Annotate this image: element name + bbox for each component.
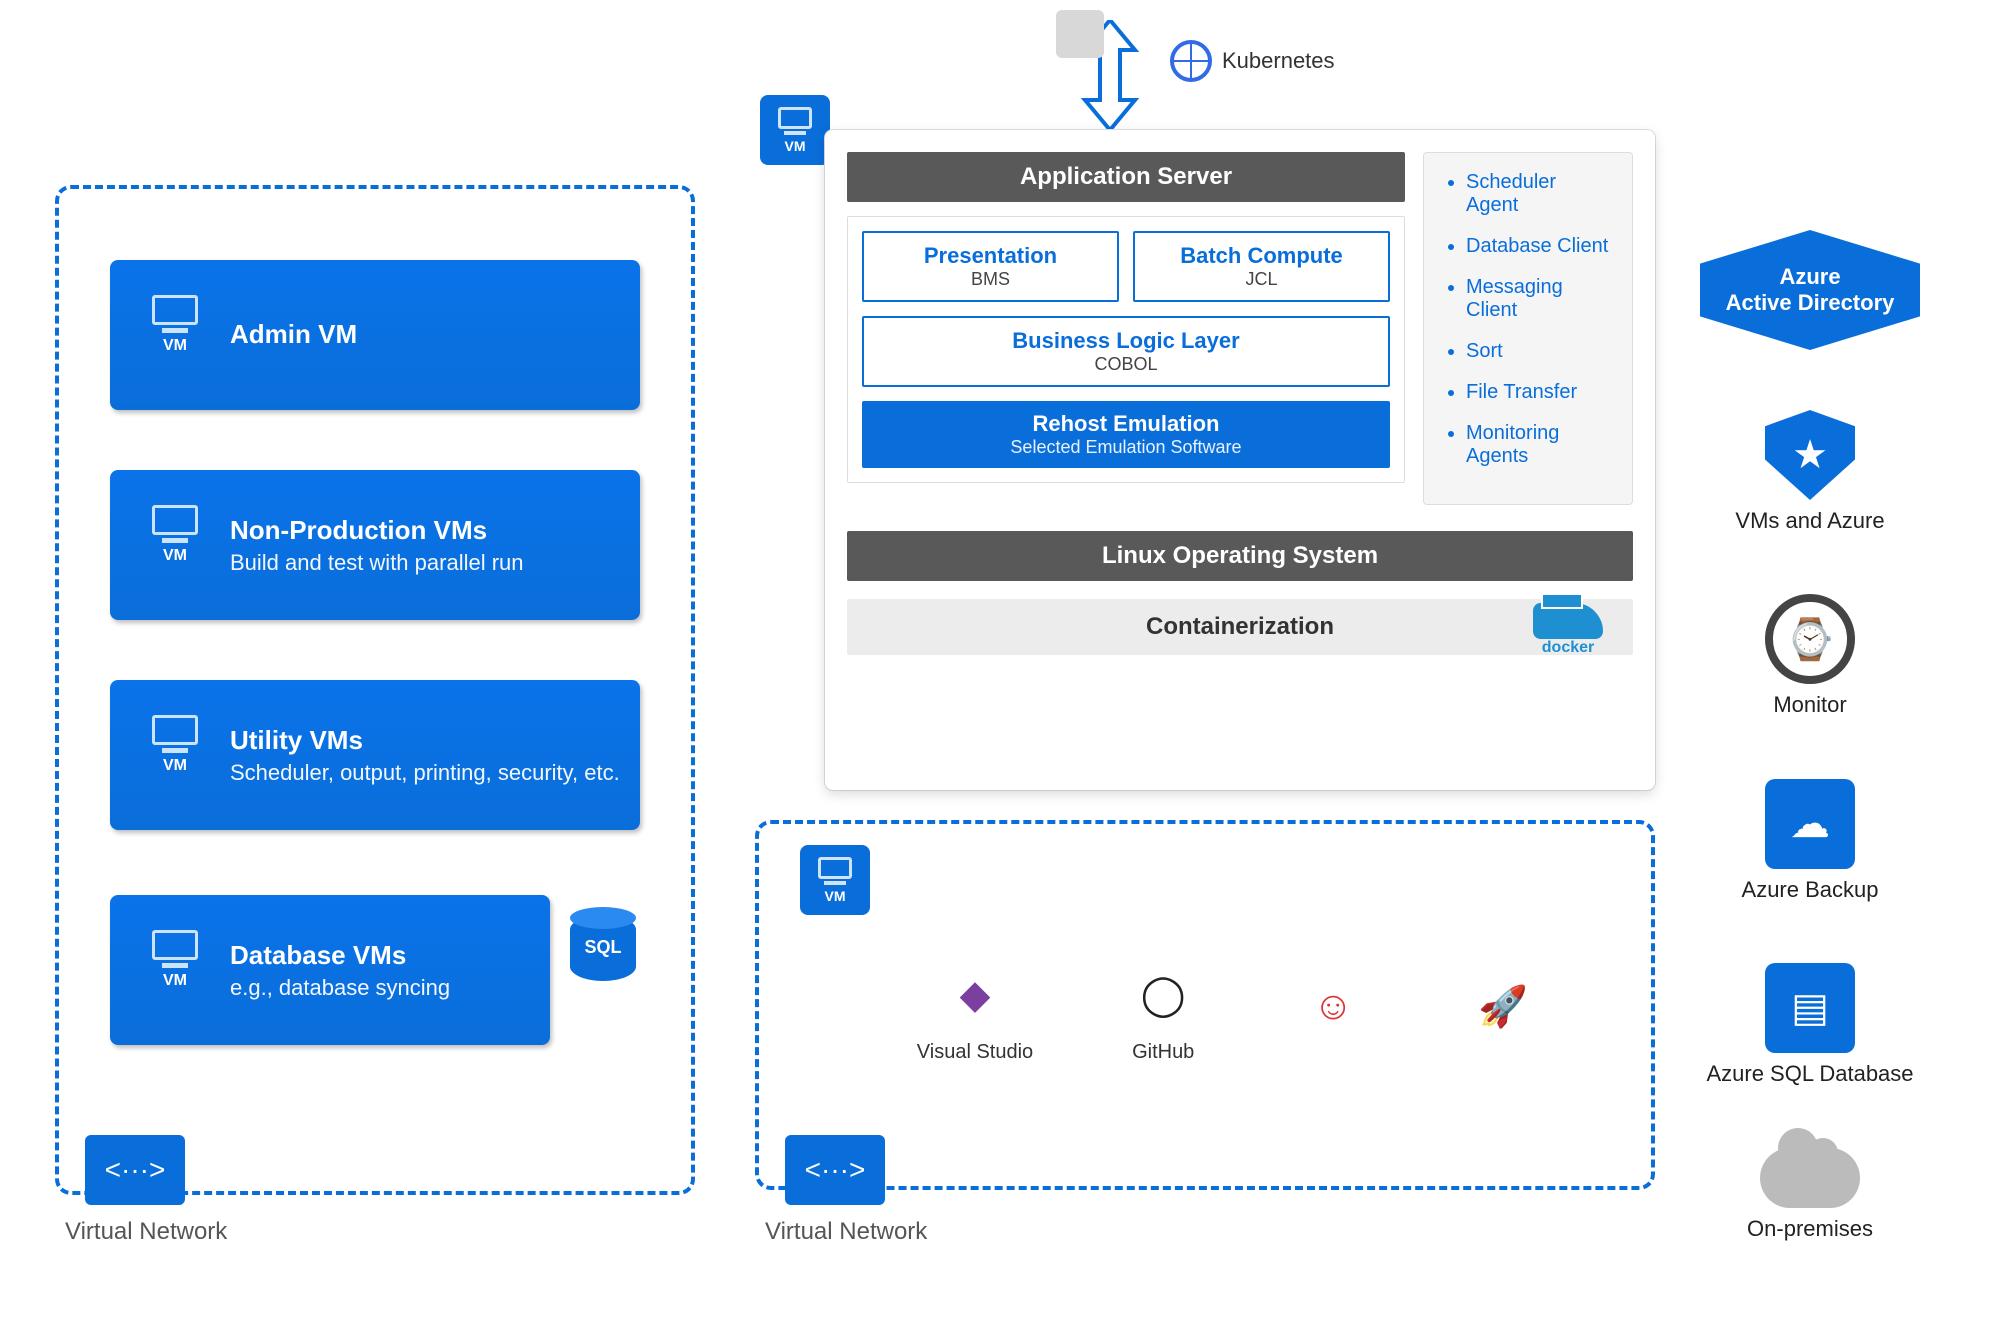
app-server-header: Application Server xyxy=(847,152,1405,202)
vm-database-sub: e.g., database syncing xyxy=(230,973,450,1003)
shield-icon: ★ xyxy=(1765,410,1855,500)
jenkins-icon: ☺ xyxy=(1293,967,1373,1053)
kubernetes-icon xyxy=(1170,40,1212,82)
visual-studio-icon: ◆ Visual Studio xyxy=(917,955,1033,1064)
side-list-item: Messaging Client xyxy=(1466,276,1612,322)
azure-monitor-item: ⌚ Monitor xyxy=(1765,594,1855,718)
side-list-item: Sort xyxy=(1466,340,1612,363)
dev-tools-row: ◆ Visual Studio ◯ GitHub ☺ 🚀 xyxy=(870,955,1590,1064)
docker-icon: docker xyxy=(1533,603,1603,657)
vm-utility-sub: Scheduler, output, printing, security, e… xyxy=(230,758,620,788)
side-list-item: Scheduler Agent xyxy=(1466,171,1612,217)
vm-utility-title: Utility VMs xyxy=(230,723,620,758)
application-server-card: Application Server Presentation BMS Batc… xyxy=(825,130,1655,790)
azure-services-column: Azure Active Directory ★ VMs and Azure ⌚… xyxy=(1680,230,1940,1242)
side-list-item: Database Client xyxy=(1466,235,1612,258)
vm-icon: VM xyxy=(135,285,215,365)
pipelines-icon: 🚀 xyxy=(1463,967,1543,1053)
batch-compute-box: Batch Compute JCL xyxy=(1133,231,1390,302)
kubernetes-label: Kubernetes xyxy=(1170,40,1335,82)
vm-database: VM Database VMs e.g., database syncing xyxy=(110,895,550,1045)
vm-admin: VM Admin VM xyxy=(110,260,640,410)
gauge-icon: ⌚ xyxy=(1765,594,1855,684)
vm-nonprod-title: Non-Production VMs xyxy=(230,513,524,548)
side-list-item: File Transfer xyxy=(1466,381,1612,404)
right-vn-label: Virtual Network xyxy=(765,1218,927,1246)
side-agents-list: Scheduler Agent Database Client Messaging … xyxy=(1423,152,1633,505)
linux-os-bar: Linux Operating System xyxy=(847,531,1633,581)
left-vn-label: Virtual Network xyxy=(65,1218,227,1246)
top-block-icon xyxy=(1056,10,1104,58)
vnet-badge-left: <···> xyxy=(85,1135,185,1205)
vm-icon: VM xyxy=(135,920,215,1000)
rehost-emulation-box: Rehost Emulation Selected Emulation Soft… xyxy=(862,401,1390,468)
azure-vms-item: ★ VMs and Azure xyxy=(1735,410,1884,534)
vm-badge-dev: VM xyxy=(800,845,870,915)
vm-badge-label: VM xyxy=(825,888,846,904)
vm-admin-title: Admin VM xyxy=(230,317,357,352)
vnet-badge-right: <···> xyxy=(785,1135,885,1205)
vm-icon: VM xyxy=(135,705,215,785)
azure-backup-item: ☁ Azure Backup xyxy=(1742,779,1879,903)
sql-db-icon: SQL xyxy=(570,915,636,993)
vm-database-title: Database VMs xyxy=(230,938,450,973)
vm-nonprod-sub: Build and test with parallel run xyxy=(230,548,524,578)
presentation-box: Presentation BMS xyxy=(862,231,1119,302)
vnet-badge-symbol: <···> xyxy=(105,1154,166,1186)
kubernetes-text: Kubernetes xyxy=(1222,48,1335,74)
vnet-badge-symbol: <···> xyxy=(805,1154,866,1186)
vm-nonprod: VM Non-Production VMs Build and test wit… xyxy=(110,470,640,620)
vs-label: Visual Studio xyxy=(917,1041,1033,1064)
cloud-icon xyxy=(1760,1148,1860,1208)
vm-badge-label: VM xyxy=(785,138,806,154)
vm-icon: VM xyxy=(135,495,215,575)
containerization-bar: Containerization docker xyxy=(847,599,1633,655)
vm-badge-top: VM xyxy=(760,95,830,165)
business-logic-box: Business Logic Layer COBOL xyxy=(862,316,1390,387)
azure-ad-header: Azure Active Directory xyxy=(1700,230,1920,350)
vm-utility: VM Utility VMs Scheduler, output, printi… xyxy=(110,680,640,830)
on-premises-item: On-premises xyxy=(1747,1148,1873,1242)
side-list-item: Monitoring Agents xyxy=(1466,422,1612,468)
azure-sql-item: ▤ Azure SQL Database xyxy=(1706,963,1913,1087)
github-icon: ◯ GitHub xyxy=(1123,955,1203,1064)
backup-icon: ☁ xyxy=(1765,779,1855,869)
sql-icon: ▤ xyxy=(1765,963,1855,1053)
github-label: GitHub xyxy=(1132,1041,1194,1064)
